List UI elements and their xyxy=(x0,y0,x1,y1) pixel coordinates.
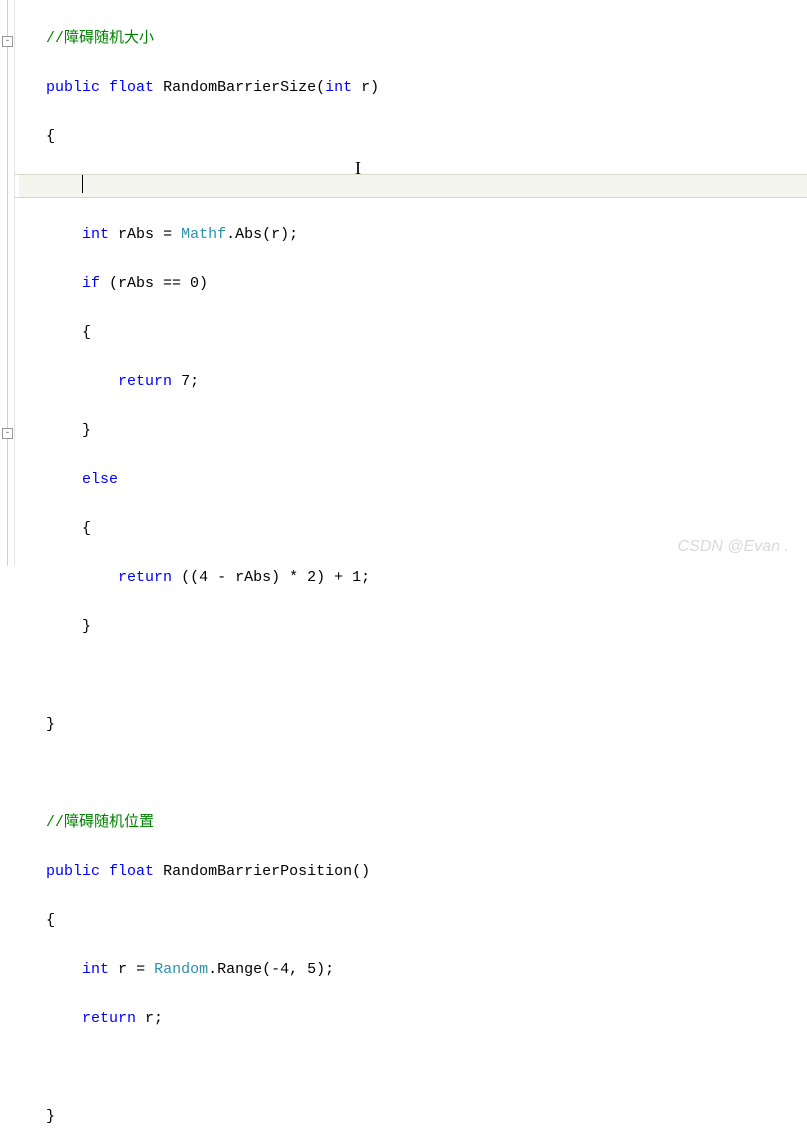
code-line: int r = Random.Range(-4, 5); xyxy=(19,958,807,983)
code-text-area[interactable]: //障碍随机大小 public float RandomBarrierSize(… xyxy=(15,0,807,566)
code-line: else xyxy=(19,468,807,493)
text-cursor xyxy=(82,175,83,193)
code-line: if (rAbs == 0) xyxy=(19,272,807,297)
code-editor[interactable]: - - //障碍随机大小 public float RandomBarrierS… xyxy=(0,0,807,566)
code-line xyxy=(19,762,807,787)
ibeam-icon: I xyxy=(355,156,361,181)
code-line: } xyxy=(19,615,807,640)
code-line xyxy=(19,1056,807,1081)
comment-text: //障碍随机位置 xyxy=(46,814,154,831)
fold-box-icon[interactable]: - xyxy=(2,36,13,47)
code-line xyxy=(19,664,807,689)
type-name: Random xyxy=(154,961,208,978)
code-line: {I xyxy=(19,321,807,346)
code-line: } xyxy=(19,713,807,738)
code-line: return r; xyxy=(19,1007,807,1032)
code-line: //障碍随机位置 xyxy=(19,811,807,836)
code-line: { xyxy=(19,909,807,934)
code-line: { xyxy=(19,125,807,150)
code-line: int rAbs = Mathf.Abs(r); xyxy=(19,223,807,248)
current-line xyxy=(19,174,807,199)
type-name: Mathf xyxy=(181,226,226,243)
code-line: public float RandomBarrierPosition() xyxy=(19,860,807,885)
code-line: } xyxy=(19,419,807,444)
code-line: public float RandomBarrierSize(int r) xyxy=(19,76,807,101)
fold-guide-line xyxy=(7,0,8,566)
watermark-text: CSDN @Evan . xyxy=(678,538,789,556)
fold-box-icon[interactable]: - xyxy=(2,428,13,439)
code-line: return ((4 - rAbs) * 2) + 1; xyxy=(19,566,807,591)
code-line: //障碍随机大小 xyxy=(19,27,807,52)
comment-text: //障碍随机大小 xyxy=(46,30,154,47)
method-name: RandomBarrierPosition xyxy=(163,863,352,880)
code-line: } xyxy=(19,1105,807,1130)
method-name: RandomBarrierSize xyxy=(163,79,316,96)
fold-gutter: - - xyxy=(0,0,15,566)
code-line: return 7; xyxy=(19,370,807,395)
